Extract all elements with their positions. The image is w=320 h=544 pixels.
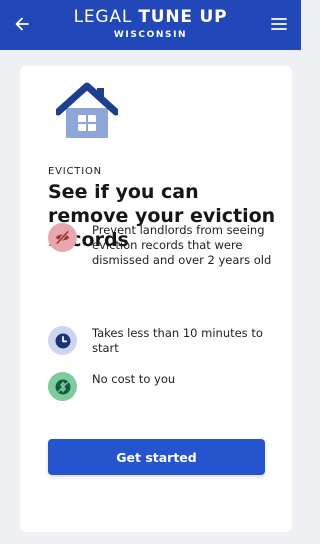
hamburger-menu-icon	[271, 18, 287, 30]
get-started-button[interactable]: Get started	[48, 439, 265, 475]
brand-title: LEGAL TUNE UP	[60, 9, 241, 26]
app-header: LEGAL TUNE UP WISCONSIN	[0, 0, 301, 50]
eye-off-icon	[48, 223, 77, 252]
house-icon	[56, 82, 118, 138]
arrow-left-icon	[15, 17, 29, 31]
brand-subtitle: WISCONSIN	[113, 30, 188, 40]
brand-title-light: LEGAL	[73, 7, 139, 27]
brand-title-bold: TUNE UP	[138, 7, 228, 27]
menu-button[interactable]	[265, 10, 293, 38]
back-button[interactable]	[8, 10, 36, 38]
no-dollar-icon	[48, 372, 77, 401]
eviction-card: EVICTION See if you can remove your evic…	[20, 66, 292, 532]
clock-icon	[48, 326, 77, 355]
section-eyebrow: EVICTION	[48, 166, 102, 177]
brand-logo: LEGAL TUNE UP WISCONSIN	[60, 9, 241, 40]
feature-text: Takes less than 10 minutes to start	[92, 326, 263, 355]
feature-text: No cost to you	[92, 372, 176, 386]
feature-text: Prevent landlords from seeing eviction r…	[92, 223, 272, 267]
